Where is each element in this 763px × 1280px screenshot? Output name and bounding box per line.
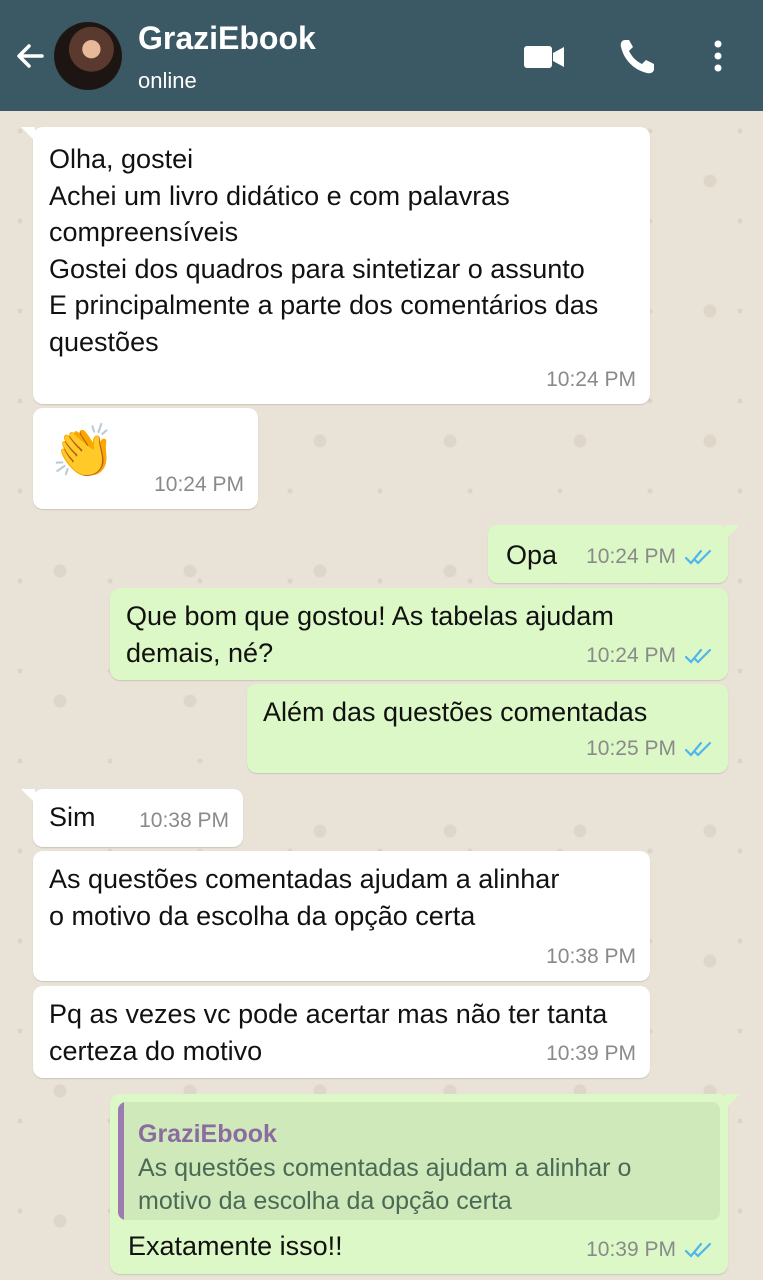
quoted-text: As questões comentadas ajudam a alinhar … [138, 1154, 632, 1215]
contact-avatar[interactable] [54, 22, 122, 90]
contact-name[interactable]: GraziEbook [138, 20, 316, 57]
message-incoming[interactable]: Pq as vezes vc pode acertar mas não ter … [33, 986, 650, 1078]
contact-status: online [138, 68, 197, 93]
message-time: 10:24 PM [586, 638, 714, 675]
quoted-author: GraziEbook [138, 1120, 277, 1148]
message-time: 10:38 PM [139, 808, 229, 832]
back-arrow-icon[interactable] [12, 38, 48, 74]
message-incoming[interactable]: As questões comentadas ajudam a alinhar … [33, 851, 650, 981]
quote-accent-bar [118, 1102, 124, 1220]
read-receipt-icon [684, 741, 712, 757]
read-receipt-icon [684, 1242, 712, 1258]
video-call-icon[interactable] [522, 36, 566, 76]
message-time: 10:38 PM [546, 944, 636, 968]
message-time: 10:24 PM [154, 472, 244, 496]
message-time: 10:39 PM [546, 1041, 636, 1065]
message-time: 10:25 PM [586, 731, 714, 768]
quoted-message[interactable]: GraziEbook As questões comentadas ajudam… [118, 1102, 720, 1220]
message-text: Sim [49, 802, 96, 832]
message-text: Pq as vezes vc pode acertar mas não ter … [49, 999, 608, 1066]
more-options-icon[interactable] [706, 36, 730, 76]
message-text: As questões comentadas ajudam a alinhar … [49, 864, 560, 931]
message-text: Exatamente isso!! [128, 1231, 343, 1261]
phone-icon[interactable] [616, 36, 660, 76]
message-text: Além das questões comentadas [263, 697, 648, 727]
message-incoming[interactable]: 👏 10:24 PM [33, 408, 258, 509]
read-receipt-icon [684, 648, 712, 664]
clapping-hands-emoji: 👏 [51, 422, 116, 482]
message-incoming[interactable]: Sim 10:38 PM [21, 789, 243, 847]
message-outgoing-reply[interactable]: GraziEbook As questões comentadas ajudam… [110, 1094, 740, 1274]
chat-header: GraziEbook online [0, 0, 763, 111]
read-receipt-icon [684, 549, 712, 565]
message-time: 10:39 PM [586, 1232, 714, 1269]
message-time: 10:24 PM [586, 539, 714, 576]
message-text: Opa [506, 540, 558, 570]
message-incoming[interactable]: Olha, gostei Achei um livro didático e c… [21, 127, 650, 404]
message-outgoing[interactable]: Que bom que gostou! As tabelas ajudam de… [110, 588, 728, 680]
message-outgoing[interactable]: Opa 10:24 PM [488, 525, 740, 583]
message-time: 10:24 PM [546, 367, 636, 391]
message-text: Olha, gostei Achei um livro didático e c… [49, 144, 599, 357]
message-outgoing[interactable]: Além das questões comentadas 10:25 PM [247, 684, 728, 773]
